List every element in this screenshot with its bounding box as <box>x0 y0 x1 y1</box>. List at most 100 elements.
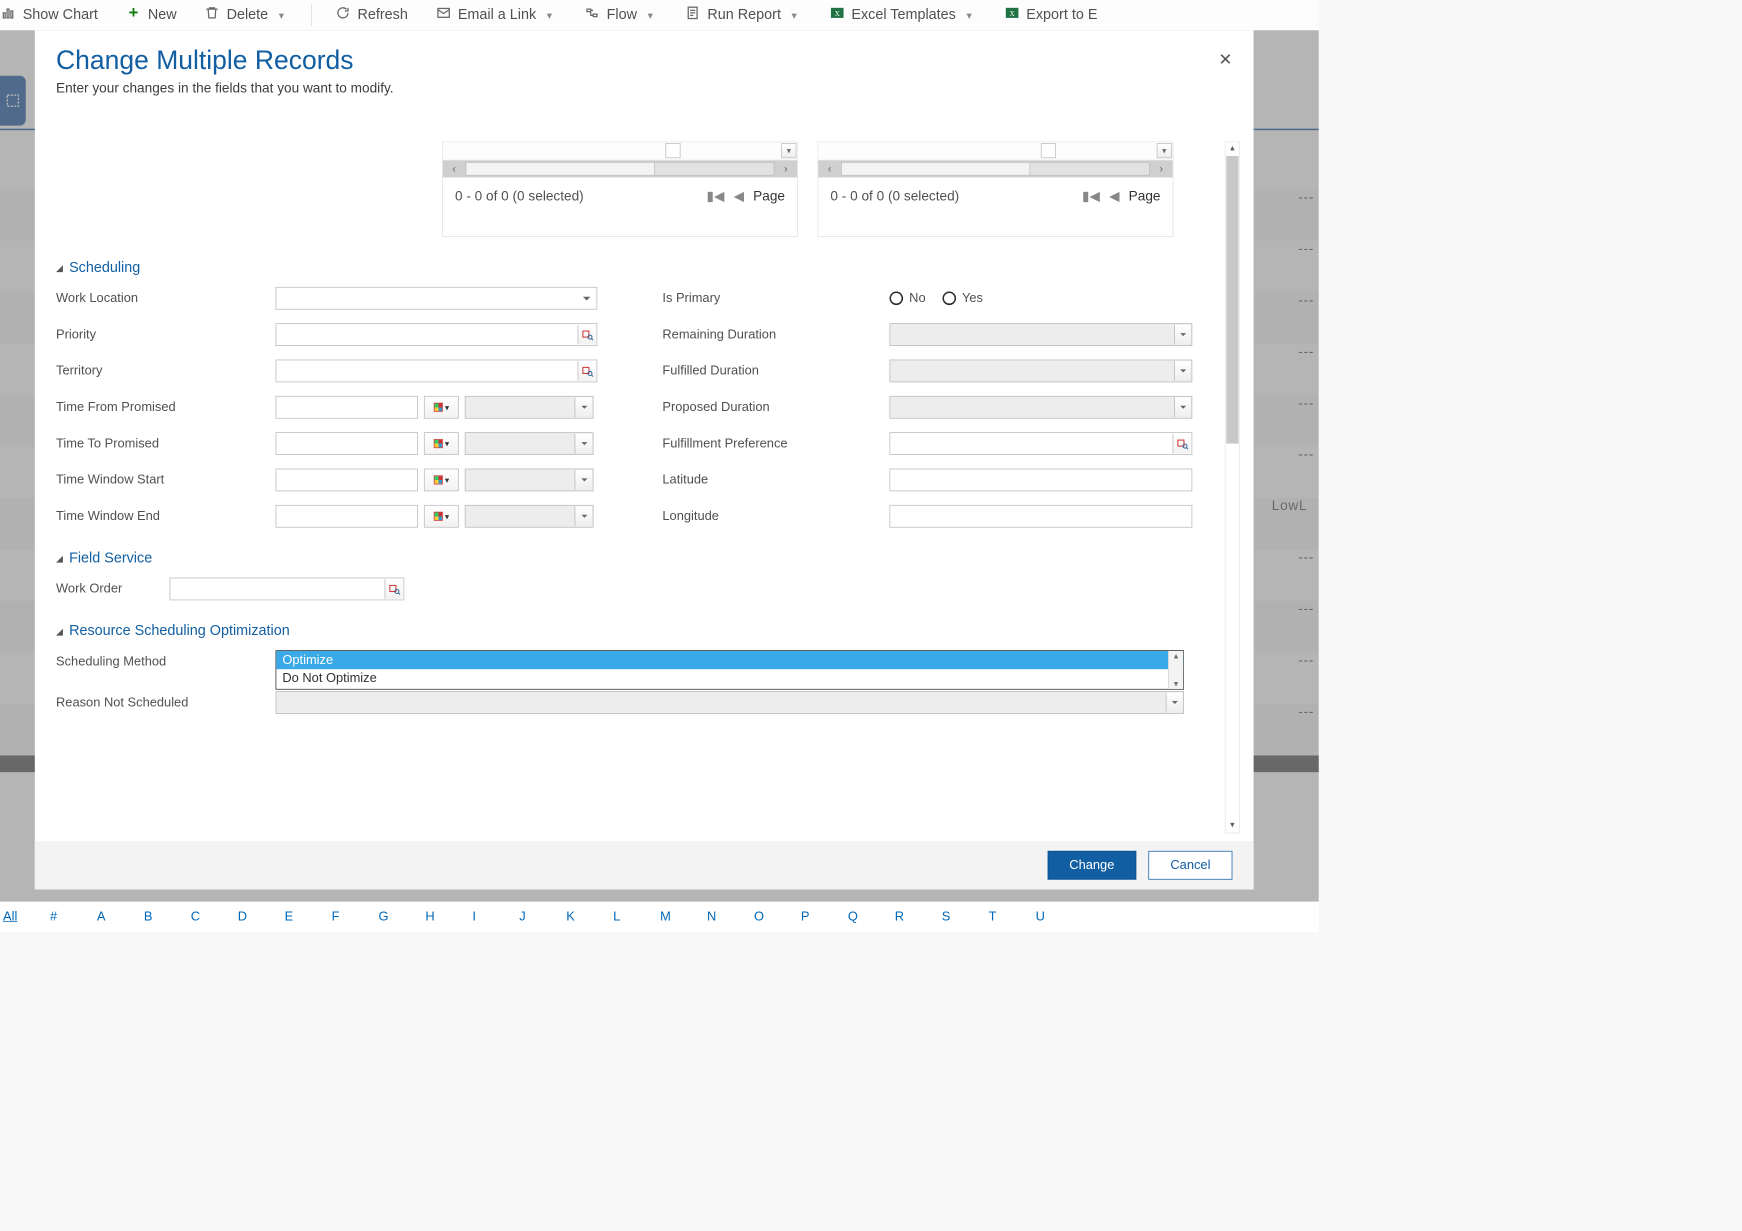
change-button[interactable]: Change <box>1047 851 1136 880</box>
cancel-button[interactable]: Cancel <box>1148 851 1232 880</box>
calendar-icon[interactable]: ▾ <box>424 469 459 492</box>
alpha-e[interactable]: E <box>285 909 332 924</box>
date-input[interactable] <box>276 432 418 455</box>
alpha-c[interactable]: C <box>191 909 238 924</box>
scroll-up-icon[interactable]: ▴ <box>1226 142 1240 156</box>
chevron-down-icon[interactable]: ▾ <box>962 9 976 22</box>
time-input[interactable] <box>465 469 594 492</box>
alpha-hash[interactable]: # <box>50 909 97 924</box>
chevron-down-icon[interactable]: ▾ <box>542 9 556 22</box>
export-button[interactable]: X Export to E <box>1004 7 1098 24</box>
chevron-down-icon[interactable] <box>1174 325 1191 345</box>
alpha-m[interactable]: M <box>660 909 707 924</box>
alpha-h[interactable]: H <box>425 909 472 924</box>
reason-not-scheduled-input[interactable] <box>276 691 1184 714</box>
date-input[interactable] <box>276 469 418 492</box>
lookup-icon[interactable] <box>578 325 596 345</box>
chevron-down-icon[interactable]: ▾ <box>781 143 796 158</box>
alpha-t[interactable]: T <box>989 909 1036 924</box>
picker-box[interactable] <box>665 143 680 158</box>
email-link-button[interactable]: Email a Link ▾ <box>435 7 557 24</box>
alpha-u[interactable]: U <box>1036 909 1083 924</box>
dropdown-option-do-not-optimize[interactable]: Do Not Optimize <box>276 669 1183 687</box>
time-input[interactable] <box>465 505 594 528</box>
prev-page-icon[interactable]: ◀ <box>734 188 744 204</box>
flow-button[interactable]: Flow ▾ <box>584 7 658 24</box>
alpha-j[interactable]: J <box>519 909 566 924</box>
time-input[interactable] <box>465 432 594 455</box>
chevron-down-icon[interactable] <box>1174 361 1191 381</box>
scroll-thumb[interactable] <box>1226 156 1238 444</box>
chevron-down-icon[interactable]: ▾ <box>787 9 801 22</box>
horizontal-scroll[interactable]: ‹ › <box>443 160 797 177</box>
latitude-input[interactable] <box>889 469 1192 492</box>
picker-box[interactable] <box>1041 143 1056 158</box>
longitude-input[interactable] <box>889 505 1192 528</box>
remaining-duration-input[interactable] <box>889 323 1192 346</box>
chevron-down-icon[interactable]: ▾ <box>1157 143 1172 158</box>
chevron-down-icon[interactable]: ▾ <box>274 9 288 22</box>
lookup-icon[interactable] <box>578 361 596 381</box>
chevron-down-icon[interactable] <box>1166 693 1183 713</box>
radio-yes[interactable]: Yes <box>942 291 983 306</box>
chevron-down-icon[interactable] <box>1174 397 1191 417</box>
territory-lookup[interactable] <box>276 360 598 383</box>
alpha-k[interactable]: K <box>566 909 613 924</box>
alpha-l[interactable]: L <box>613 909 660 924</box>
calendar-icon[interactable]: ▾ <box>424 396 459 419</box>
date-input[interactable] <box>276 396 418 419</box>
alpha-o[interactable]: O <box>754 909 801 924</box>
section-header-scheduling[interactable]: ◢ Scheduling <box>56 260 1223 277</box>
scheduling-method-dropdown[interactable]: Optimize Do Not Optimize ▴▾ <box>276 650 1184 689</box>
alpha-q[interactable]: Q <box>848 909 895 924</box>
dropdown-option-optimize[interactable]: Optimize <box>276 651 1183 669</box>
scroll-left-icon[interactable]: ‹ <box>443 163 466 175</box>
work-location-select[interactable] <box>276 287 598 310</box>
time-input[interactable] <box>465 396 594 419</box>
chevron-down-icon[interactable]: ▾ <box>643 9 657 22</box>
date-input[interactable] <box>276 505 418 528</box>
scroll-thumb[interactable] <box>466 162 655 176</box>
alpha-s[interactable]: S <box>942 909 989 924</box>
lookup-icon[interactable] <box>1173 434 1191 454</box>
refresh-button[interactable]: Refresh <box>335 7 408 24</box>
radio-no[interactable]: No <box>889 291 925 306</box>
lookup-icon[interactable] <box>385 579 403 599</box>
horizontal-scroll[interactable]: ‹ › <box>818 160 1172 177</box>
priority-lookup[interactable] <box>276 323 598 346</box>
close-icon[interactable]: ✕ <box>1218 50 1232 70</box>
scroll-right-icon[interactable]: › <box>774 163 797 175</box>
alpha-all[interactable]: All <box>3 909 50 924</box>
scroll-left-icon[interactable]: ‹ <box>818 163 841 175</box>
excel-templates-button[interactable]: X Excel Templates ▾ <box>829 7 977 24</box>
work-order-lookup[interactable] <box>170 578 405 601</box>
scroll-down-icon[interactable]: ▾ <box>1226 819 1240 833</box>
proposed-duration-input[interactable] <box>889 396 1192 419</box>
alpha-p[interactable]: P <box>801 909 848 924</box>
alpha-a[interactable]: A <box>97 909 144 924</box>
first-page-icon[interactable]: ▮◀ <box>1082 188 1100 204</box>
alpha-d[interactable]: D <box>238 909 285 924</box>
new-button[interactable]: + New <box>125 7 176 24</box>
section-header-rso[interactable]: ◢ Resource Scheduling Optimization <box>56 623 1223 640</box>
run-report-button[interactable]: Run Report ▾ <box>685 7 802 24</box>
dropdown-scrollbar[interactable]: ▴▾ <box>1168 651 1183 689</box>
fulfilled-duration-input[interactable] <box>889 360 1192 383</box>
alpha-b[interactable]: B <box>144 909 191 924</box>
alpha-g[interactable]: G <box>379 909 426 924</box>
alpha-i[interactable]: I <box>472 909 519 924</box>
dialog-vscrollbar[interactable]: ▴ ▾ <box>1225 142 1240 834</box>
calendar-icon[interactable]: ▾ <box>424 505 459 528</box>
alpha-f[interactable]: F <box>332 909 379 924</box>
scroll-right-icon[interactable]: › <box>1150 163 1173 175</box>
scroll-down-icon[interactable]: ▾ <box>1174 679 1178 689</box>
first-page-icon[interactable]: ▮◀ <box>707 188 725 204</box>
alpha-n[interactable]: N <box>707 909 754 924</box>
prev-page-icon[interactable]: ◀ <box>1109 188 1119 204</box>
scroll-up-icon[interactable]: ▴ <box>1174 651 1178 661</box>
alpha-r[interactable]: R <box>895 909 942 924</box>
fulfillment-preference-lookup[interactable] <box>889 432 1192 455</box>
scroll-thumb[interactable] <box>841 162 1030 176</box>
delete-button[interactable]: Delete ▾ <box>204 7 289 24</box>
show-chart-button[interactable]: Show Chart <box>0 7 98 24</box>
